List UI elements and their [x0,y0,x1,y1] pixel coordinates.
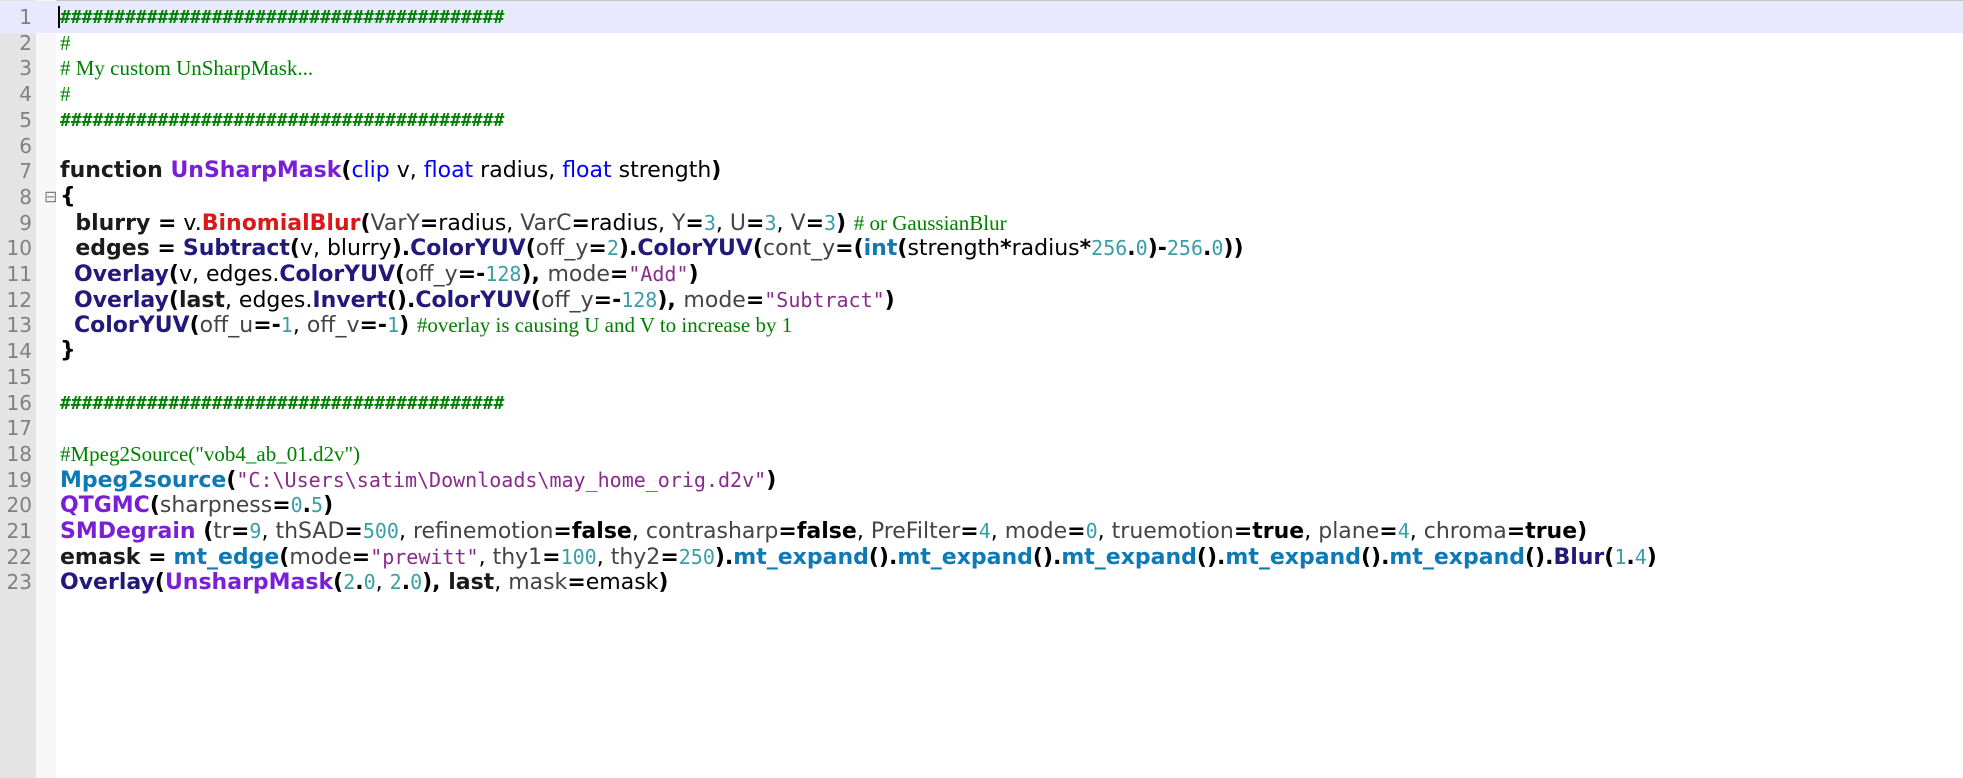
token-txt: radius, [473,158,563,184]
token-hash: ########################################… [60,109,505,131]
token-num: 0 [363,570,376,595]
token-num: 9 [249,519,262,543]
code-text[interactable]: Overlay(UnsharpMask(2.0, 2.0), last, mas… [60,566,668,598]
text-caret [58,6,60,28]
token-num: 2 [389,570,402,595]
token-cmt: #Mpeg2Source("vob4_ab_01.d2v") [60,441,361,466]
token-num: 2 [606,236,619,261]
token-num: 128 [621,287,658,312]
token-hash: ########################################… [60,392,505,414]
line-number: 23 [6,570,32,595]
token-kw: function [60,158,171,184]
token-num: 5 [311,493,324,518]
token-num: 3 [824,210,837,235]
token-str: "prewitt" [370,544,479,569]
token-num: 1 [1614,544,1627,569]
code-editor[interactable]: 1 #######################################… [0,0,1963,778]
token-cmt: #overlay is causing U and V to increase … [416,313,793,338]
token-txt: strength [611,158,712,184]
token-op: . [355,570,364,596]
token-op: { [60,183,76,209]
token-num: 2 [343,570,356,595]
token-op: ( [341,158,352,184]
token-op: ) [658,570,669,596]
token-num: 256 [1166,236,1203,261]
token-cmt: # [60,82,71,107]
token-op: ), [422,570,449,596]
token-num: 500 [362,519,399,543]
code-line[interactable]: 23 Overlay(UnsharpMask(2.0, 2.0), last, m… [0,566,1963,598]
token-num: 128 [485,262,522,286]
token-type: float [423,158,474,184]
token-txt: , [494,570,509,596]
token-num: 1 [280,313,293,338]
token-str: "Subtract" [764,287,885,312]
token-num: 250 [678,544,715,569]
token-param: mask [508,570,568,596]
token-txt: v, [389,158,424,184]
token-txt: , [375,570,390,596]
token-num: 0 [1135,236,1148,261]
token-txt: emask [585,570,659,596]
token-num: 0 [290,493,303,518]
token-num: 0 [1085,519,1098,543]
token-num: 3 [764,210,777,235]
token-num: 4 [978,519,991,543]
token-type: float [562,158,612,184]
token-cmt: # My custom UnSharpMask... [60,56,314,81]
token-fnname: UnSharpMask [170,158,342,184]
token-hash: ########################################… [60,7,505,28]
token-num: 3 [703,210,716,235]
token-op: } [60,338,76,364]
token-cmt: # or GaussianBlur [853,210,1007,235]
token-num: 100 [560,544,597,569]
token-num: 0 [410,570,423,595]
token-cmt: # [60,30,71,55]
token-kw: last [448,570,495,596]
token-str: "Add" [628,262,689,286]
token-purple: UnsharpMask [164,570,334,596]
token-filter: Overlay [60,570,155,596]
token-op: ( [154,570,165,596]
token-num: 1 [387,313,400,338]
token-op: = [567,570,586,596]
token-num: 4 [1634,544,1647,569]
token-op: ) [711,158,722,184]
token-op: ( [333,570,344,596]
token-type: clip [351,158,390,184]
token-num: 4 [1397,519,1410,543]
token-str: "C:\Users\satim\Downloads\may_home_orig.… [236,467,767,492]
token-num: 256 [1091,236,1128,261]
token-op: . [401,570,411,596]
token-num: 0 [1211,236,1224,261]
